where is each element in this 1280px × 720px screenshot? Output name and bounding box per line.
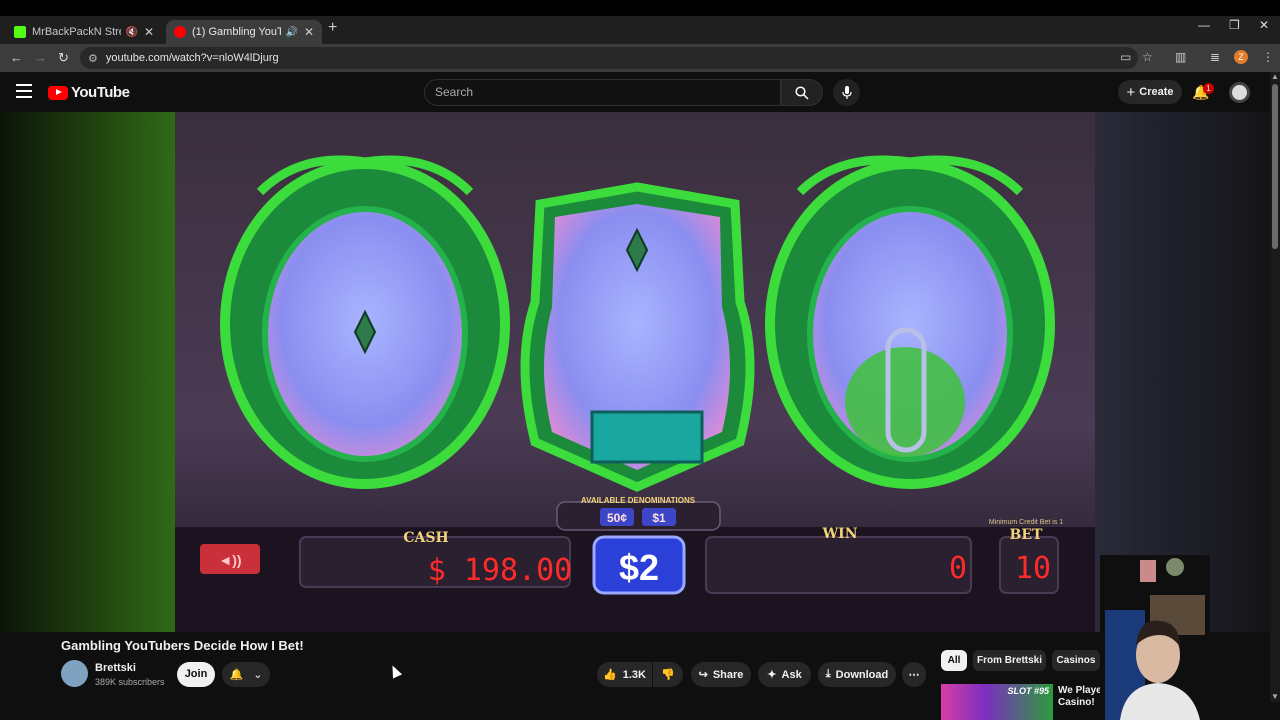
youtube-logo[interactable]: YouTube [48,84,130,101]
account-avatar[interactable] [1229,82,1250,103]
microphone-icon [841,85,852,99]
url-text: youtube.com/watch?v=nloW4lDjurg [105,52,279,64]
address-bar[interactable]: ⚙ youtube.com/watch?v=nloW4lDjurg [80,47,1138,69]
chip-casinos[interactable]: Casinos [1052,650,1100,671]
video-frame: ◄)) CASH $ 198.00 AVAILABLE DENOMINATION… [0,112,1270,632]
like-count: 1.3K [622,668,646,681]
youtube-favicon-icon [174,26,186,38]
tab-title: MrBackPackN Stream - Wat [32,26,121,38]
bet-label: BET [1010,527,1044,543]
denominations-label: AVAILABLE DENOMINATIONS [581,496,696,505]
close-tab-icon[interactable]: ✕ [144,25,154,39]
dislike-button[interactable]: 👎 [653,662,683,687]
download-label: Download [835,668,889,681]
minimize-icon[interactable]: — [1198,18,1210,32]
tab-title: (1) Gambling YouTubers De [192,26,282,38]
plus-icon: + [1126,83,1136,101]
streamer-webcam-overlay [1100,555,1210,720]
os-top-strip [0,0,1280,16]
create-button[interactable]: + Create [1118,80,1182,104]
kick-favicon-icon [14,26,26,38]
search-input[interactable]: Search [424,79,781,106]
search-button[interactable] [781,79,823,106]
scroll-down-icon[interactable]: ▼ [1271,692,1279,701]
current-denomination: $2 [619,547,659,588]
create-label: Create [1139,86,1174,98]
install-app-icon[interactable]: ▭ [1120,50,1131,64]
forward-icon[interactable]: → [34,50,47,65]
more-actions-button[interactable]: ⋯ [902,662,926,687]
notification-badge: 1 [1203,83,1214,94]
profile-avatar[interactable]: Z [1234,50,1248,64]
close-tab-icon[interactable]: ✕ [304,25,314,39]
browser-tab-kick[interactable]: MrBackPackN Stream - Wat 🔇 ✕ [6,20,162,44]
bookmark-star-icon[interactable]: ☆ [1142,50,1153,64]
site-info-icon[interactable]: ⚙ [88,52,98,65]
thumbs-down-icon: 👎 [661,669,675,681]
browser-tab-youtube[interactable]: (1) Gambling YouTubers De 🔊 ✕ [166,20,322,44]
webcam-feed [1100,555,1210,720]
menu-icon[interactable] [16,84,32,102]
channel-avatar[interactable] [61,660,88,687]
share-icon: ↪ [698,669,708,681]
mouse-cursor [387,663,403,679]
ask-label: Ask [781,668,802,681]
search-icon [795,85,809,100]
new-tab-icon[interactable]: + [328,19,337,37]
media-controls-icon[interactable]: ≣ [1210,50,1220,64]
close-window-icon[interactable]: ✕ [1259,18,1269,32]
denomination-1: $1 [652,511,666,525]
channel-name[interactable]: Brettski [95,662,136,674]
win-label: WIN [821,526,857,542]
download-button[interactable]: ⤓ Download [818,662,896,687]
share-label: Share [712,668,744,681]
like-button[interactable]: 👍 1.3K [597,662,652,687]
video-title: Gambling YouTubers Decide How I Bet! [61,638,304,653]
youtube-play-icon [48,85,68,100]
bet-value: 10 [1015,551,1051,586]
chevron-down-icon: ⌄ [253,669,263,681]
share-button[interactable]: ↪ Share [691,662,751,687]
join-button[interactable]: Join [177,662,215,687]
back-icon[interactable]: ← [10,50,23,65]
more-icon: ⋯ [908,669,920,681]
sparkle-icon: ✦ [767,669,777,681]
thumbnail-text: SLOT #95 [1007,686,1049,696]
logo-text: YouTube [71,84,130,101]
voice-search-button[interactable] [833,79,860,106]
video-player[interactable]: ◄)) CASH $ 198.00 AVAILABLE DENOMINATION… [0,112,1270,632]
subscriber-count: 389K subscribers [95,677,165,687]
side-panel-icon[interactable]: ▥ [1175,50,1186,64]
scroll-up-icon[interactable]: ▲ [1271,72,1279,81]
subscription-bell-button[interactable]: 🔔 ⌄ [222,662,270,687]
chip-all[interactable]: All [941,650,967,671]
reload-icon[interactable]: ↻ [58,50,69,66]
page-scrollbar[interactable]: ▲ ▼ [1270,72,1280,702]
speaker-button-icon: ◄)) [218,552,241,568]
muted-icon[interactable]: 🔇 [125,27,137,38]
browser-menu-icon[interactable]: ⋮ [1262,50,1274,64]
denomination-50c: 50¢ [607,511,627,525]
scrollbar-thumb[interactable] [1272,84,1278,249]
download-icon: ⤓ [825,668,831,680]
win-value: 0 [949,551,967,586]
ask-button[interactable]: ✦ Ask [758,662,811,687]
browser-tab-strip: MrBackPackN Stream - Wat 🔇 ✕ (1) Gamblin… [0,16,1280,44]
cash-label: CASH [403,530,448,546]
cash-value: $ 198.00 [428,553,573,588]
chip-from-brettski[interactable]: From Brettski [973,650,1046,671]
thumbs-up-icon: 👍 [603,669,617,681]
bell-icon: 🔔 [229,669,244,681]
audio-playing-icon[interactable]: 🔊 [285,27,297,38]
restore-icon[interactable]: ❐ [1229,18,1240,32]
min-credit-label: Minimum Credit Bet is 1 [989,519,1063,526]
recommendation-thumbnail[interactable]: SLOT #95 [941,684,1053,720]
